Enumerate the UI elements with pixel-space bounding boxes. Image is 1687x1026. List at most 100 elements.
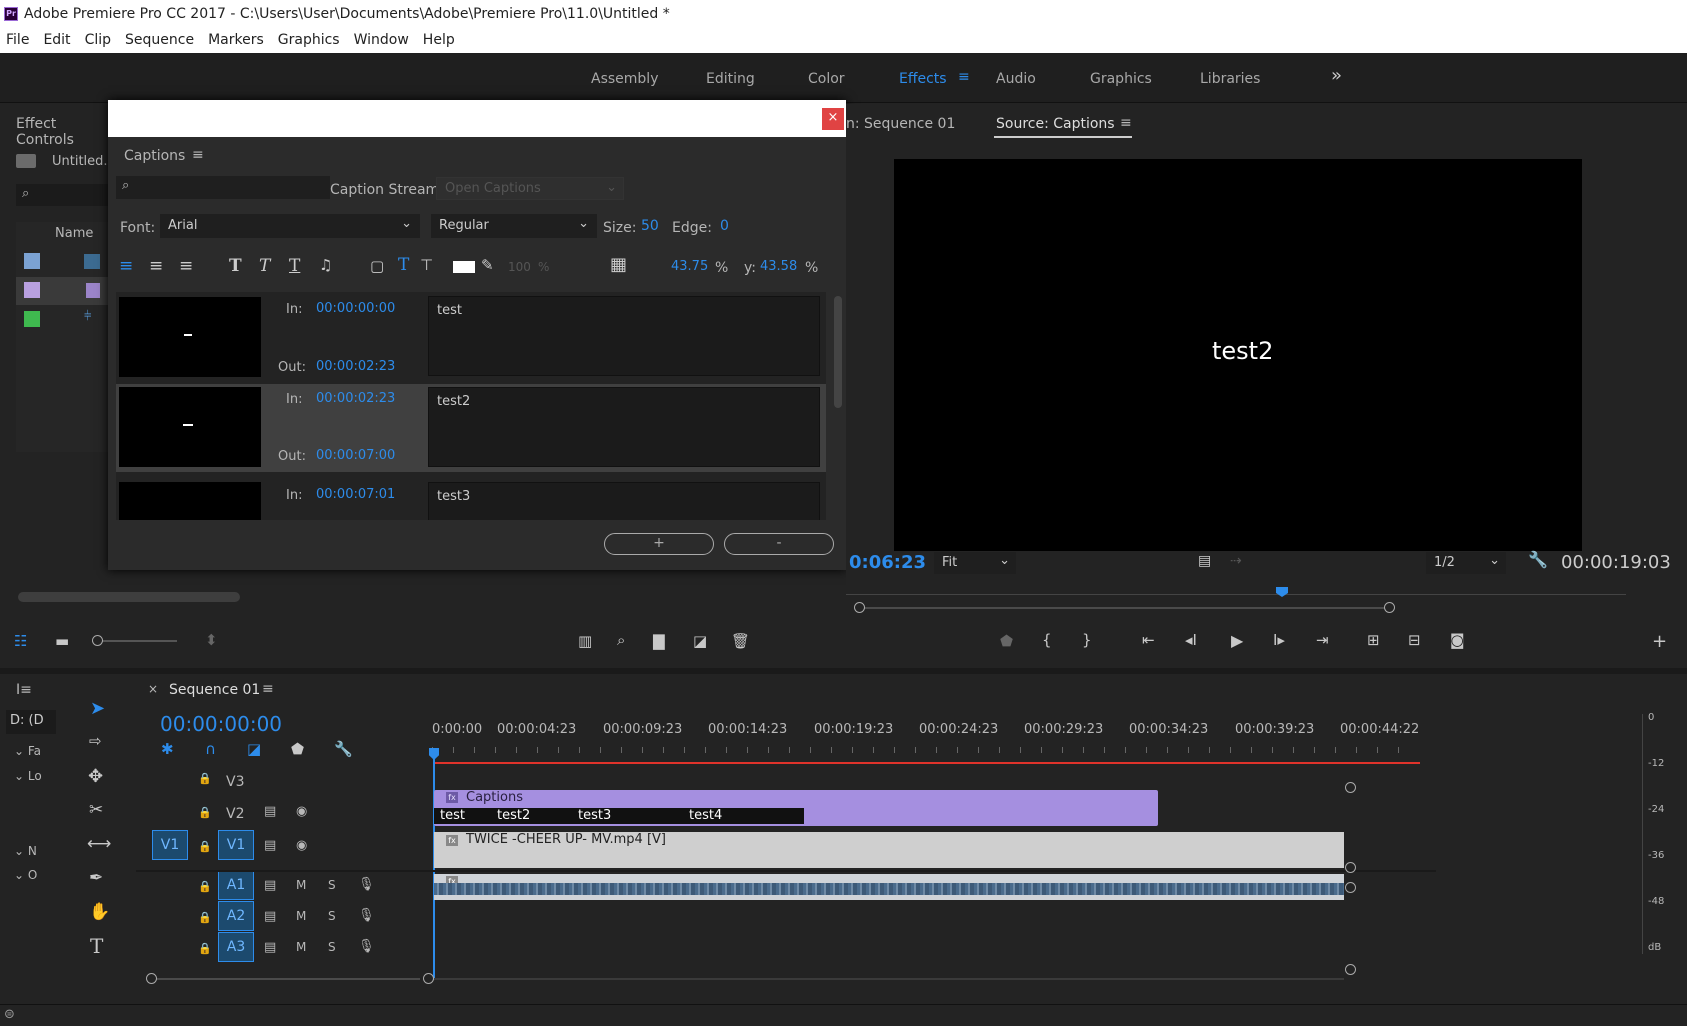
insert-icon[interactable]: ⊞ (1367, 631, 1380, 649)
scrub-ruler[interactable] (846, 582, 1687, 598)
track-select-tool-icon[interactable]: ⇨ (89, 732, 102, 750)
caption-in-time[interactable]: 00:00:02:23 (316, 391, 395, 406)
project-search-input[interactable] (16, 184, 108, 206)
zoom-slider[interactable] (92, 640, 177, 642)
sort-icon[interactable]: ⬍ (205, 631, 218, 649)
lock-icon[interactable]: 🔒 (198, 840, 212, 853)
zoom-bar-start-handle[interactable] (854, 602, 865, 613)
dialog-close-button[interactable]: × (822, 108, 844, 130)
solo-button[interactable]: S (328, 909, 336, 923)
font-select[interactable]: Arial ⌄ (160, 214, 420, 238)
underline-icon[interactable]: T (289, 256, 300, 276)
sync-lock-icon[interactable]: ▤ (264, 804, 276, 819)
timeline-zoom-bar[interactable] (434, 978, 1344, 980)
microphone-icon[interactable]: 🎙 (358, 877, 375, 892)
audio-scroll-handle[interactable] (1345, 882, 1356, 893)
source-tab-menu-icon[interactable]: ≡ (1120, 115, 1132, 131)
caption-text-field[interactable]: test3 (428, 482, 820, 520)
mute-button[interactable]: M (296, 940, 306, 954)
position-grid-icon[interactable]: ▦ (610, 254, 627, 275)
music-note-icon[interactable]: ♫ (319, 256, 332, 274)
type-tool-icon[interactable]: T (90, 934, 103, 958)
more-workspaces-icon[interactable]: » (1331, 65, 1342, 86)
slip-tool-icon[interactable]: ⟷ (87, 834, 111, 854)
settings-icon[interactable]: ▤ (1198, 553, 1211, 569)
timeline-timecode[interactable]: 00:00:00:00 (160, 712, 282, 736)
y-position-value[interactable]: 43.58 (760, 259, 797, 274)
add-marker-icon[interactable]: ⬟ (291, 740, 304, 758)
video-audio-divider[interactable] (136, 870, 1436, 872)
italic-icon[interactable]: T (259, 256, 270, 276)
menu-markers[interactable]: Markers (208, 32, 264, 48)
ripple-edit-tool-icon[interactable]: ✥ (88, 766, 103, 787)
x-position-value[interactable]: 43.75 (671, 259, 708, 274)
header-scroll-start[interactable] (146, 973, 157, 984)
overwrite-icon[interactable]: ⊟ (1408, 631, 1421, 649)
sequence-tab[interactable]: Sequence 01 (169, 682, 260, 698)
effects-panel-menu-icon[interactable]: Ⅰ≡ (16, 682, 32, 698)
new-item-icon[interactable]: ◪ (693, 632, 707, 650)
font-style-select[interactable]: Regular ⌄ (431, 214, 597, 238)
go-to-in-icon[interactable]: ⇤ (1142, 631, 1155, 649)
workspace-menu-icon[interactable]: ≡ (958, 69, 970, 85)
effects-folder-chevron-icon[interactable]: ⌄ N (14, 844, 37, 858)
track-v1-target[interactable]: V1 (218, 830, 254, 860)
effects-folder-chevron-icon[interactable]: ⌄ Fa (14, 744, 41, 758)
menu-graphics[interactable]: Graphics (278, 32, 340, 48)
timeline-settings-icon[interactable]: 🔧 (334, 740, 353, 758)
sync-status-icon[interactable]: ⊜ (4, 1007, 15, 1022)
add-caption-button[interactable]: + (604, 533, 714, 555)
caption-row[interactable]: In: 00:00:00:00 Out: 00:00:02:23 test (116, 292, 826, 378)
bold-icon[interactable]: T (229, 256, 242, 276)
workspace-audio[interactable]: Audio (996, 71, 1036, 87)
video-scroll-handle[interactable] (1345, 862, 1356, 873)
close-sequence-icon[interactable]: × (148, 682, 158, 696)
label-color-blue[interactable] (24, 253, 40, 269)
mute-button[interactable]: M (296, 878, 306, 892)
name-column-header[interactable]: Name (55, 226, 93, 241)
zoom-bar[interactable] (860, 607, 1390, 609)
razor-tool-icon[interactable]: ✂ (89, 800, 103, 820)
menu-sequence[interactable]: Sequence (125, 32, 194, 48)
align-left-icon[interactable]: ≡ (119, 256, 133, 276)
pen-tool-icon[interactable]: ✒ (89, 868, 103, 888)
linked-selection-icon[interactable]: ◪ (247, 740, 261, 758)
workspace-color[interactable]: Color (808, 71, 845, 87)
eye-icon[interactable]: ◉ (296, 838, 307, 853)
work-area-bar[interactable] (434, 762, 1420, 764)
effect-controls-tab[interactable]: Effect Controls (16, 116, 108, 148)
lock-icon[interactable]: 🔒 (198, 772, 212, 785)
icon-view-icon[interactable]: ▬ (55, 632, 69, 650)
track-a1-target[interactable]: A1 (218, 870, 254, 900)
solo-button[interactable]: S (328, 940, 336, 954)
caption-in-time[interactable]: 00:00:00:00 (316, 301, 395, 316)
text-color-icon[interactable]: T (398, 255, 409, 275)
captions-panel-title[interactable]: Captions (124, 148, 185, 164)
solo-button[interactable]: S (328, 878, 336, 892)
nest-icon[interactable]: ✱ (161, 740, 174, 758)
caption-text-field[interactable]: test2 (428, 387, 820, 467)
sync-lock-icon[interactable]: ▤ (264, 909, 276, 924)
caption-segment[interactable]: test3 (578, 808, 611, 823)
label-color-violet[interactable] (24, 282, 40, 298)
captions-panel-menu-icon[interactable]: ≡ (192, 147, 204, 163)
sync-lock-icon[interactable]: ▤ (264, 878, 276, 893)
wrench-icon[interactable]: 🔧 (1528, 550, 1548, 569)
selection-tool-icon[interactable]: ➤ (90, 698, 105, 719)
edge-value[interactable]: 0 (720, 218, 729, 234)
add-marker-icon[interactable]: ⬟ (1000, 632, 1013, 650)
workspace-libraries[interactable]: Libraries (1200, 71, 1260, 87)
button-editor-icon[interactable]: + (1652, 631, 1667, 652)
menu-clip[interactable]: Clip (85, 32, 111, 48)
caption-in-time[interactable]: 00:00:07:01 (316, 487, 395, 502)
lock-icon[interactable]: 🔒 (198, 806, 212, 819)
caption-row[interactable]: In: 00:00:07:01 test3 (116, 478, 826, 520)
caption-out-time[interactable]: 00:00:07:00 (316, 448, 395, 463)
lock-icon[interactable]: 🔒 (198, 880, 212, 893)
sequence-tab-menu-icon[interactable]: ≡ (262, 681, 274, 697)
audio-scroll-handle[interactable] (1345, 964, 1356, 975)
workspace-assembly[interactable]: Assembly (591, 71, 658, 87)
effects-folder-chevron-icon[interactable]: ⌄ Lo (14, 769, 42, 783)
effects-search-input[interactable]: D: (D (6, 710, 56, 734)
sync-lock-icon[interactable]: ▤ (264, 838, 276, 853)
